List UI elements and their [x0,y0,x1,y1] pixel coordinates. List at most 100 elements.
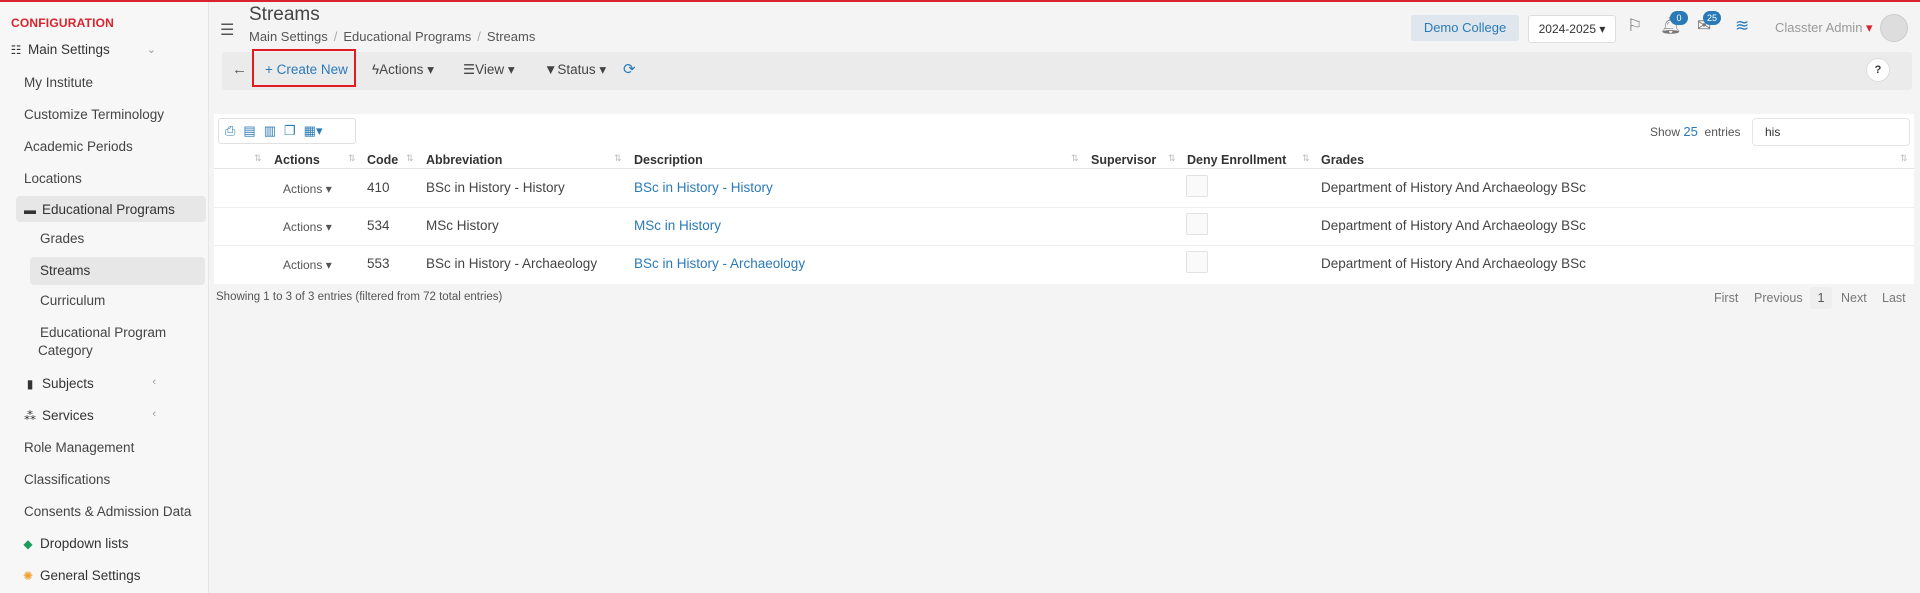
row-grades: Department of History And Archaeology BS… [1321,180,1586,195]
row-actions-button[interactable]: Actions ▾ [283,220,332,234]
sidebar: CONFIGURATION ☷ Main Settings ⌄ My Insti… [0,2,209,593]
actions-label: Actions [379,62,424,77]
sidebar-item-my-institute[interactable]: My Institute [24,73,93,93]
row-divider [214,245,1914,246]
column-header-description[interactable]: Description [634,153,703,167]
excel-icon[interactable]: ▤ [243,123,255,139]
column-header-actions[interactable]: Actions [274,153,320,167]
sort-icon[interactable]: ⇅ [406,153,414,164]
column-header-deny-enrollment[interactable]: Deny Enrollment [1187,153,1286,167]
search-input[interactable] [1752,118,1910,146]
breadcrumb-item: Streams [486,29,536,44]
caret-down-icon: ▾ [427,62,434,77]
sidebar-item-label: Dropdown lists [40,536,129,551]
sidebar-item-dropdown-lists[interactable]: ◆ Dropdown lists [20,534,129,554]
college-selector[interactable]: Demo College [1411,15,1519,41]
list-icon: ☰ [463,62,476,77]
actions-menu-button[interactable]: ϟActions ▾ [372,62,434,78]
year-value: 2024-2025 [1538,22,1596,36]
sort-icon[interactable]: ⇅ [1071,153,1079,164]
caret-down-icon: ▾ [599,62,607,77]
user-menu[interactable]: Classter Admin ▾ [1775,20,1873,36]
row-actions-button[interactable]: Actions ▾ [283,182,332,196]
entries-label: entries [1704,125,1741,139]
sidebar-item-label: Services [42,408,94,423]
copy-icon[interactable]: ❐ [284,123,296,139]
column-header-supervisor[interactable]: Supervisor [1091,153,1156,167]
sidebar-item-label: Educational Program [40,325,167,340]
sliders-icon: ☷ [10,43,22,57]
sort-icon[interactable]: ⇅ [614,153,622,164]
print-icon[interactable]: ⎙ [225,123,235,139]
sort-icon[interactable]: ⇅ [1302,153,1310,164]
deny-enrollment-checkbox[interactable] [1186,175,1208,197]
refresh-icon[interactable]: ⟳ [623,60,636,78]
pagination-current-page[interactable]: 1 [1810,287,1832,309]
sidebar-item-general-settings[interactable]: ✺ General Settings [20,566,141,586]
view-menu-button[interactable]: ☰View ▾ [463,62,515,78]
sidebar-item-label: Subjects [42,376,94,391]
notification-badge: 0 [1670,11,1688,25]
sidebar-item-grades[interactable]: Grades [40,229,84,249]
pagination-next[interactable]: Next [1841,291,1867,305]
row-grades: Department of History And Archaeology BS… [1321,256,1586,271]
row-description-link[interactable]: MSc in History [634,218,721,233]
pagination-previous[interactable]: Previous [1754,291,1803,305]
caret-down-icon: ▾ [1866,20,1873,35]
row-actions-label: Actions [283,220,323,234]
page-title: Streams [249,4,320,25]
row-abbreviation: BSc in History - Archaeology [426,256,598,271]
year-selector[interactable]: 2024-2025 ▾ [1528,15,1616,43]
sort-icon[interactable]: ⇅ [1168,153,1176,164]
status-label: Status [557,62,596,77]
back-arrow-icon[interactable]: ← [232,61,247,78]
sidebar-item-subjects[interactable]: ▮ Subjects [22,374,94,394]
columns-icon[interactable]: ▦▾ [304,123,323,139]
row-abbreviation: MSc History [426,218,499,233]
column-header-code[interactable]: Code [367,153,398,167]
row-actions-label: Actions [283,182,323,196]
apps-icon[interactable]: ≋ [1735,16,1749,36]
status-filter-button[interactable]: ▼Status ▾ [544,62,606,78]
menu-toggle-icon[interactable]: ☰ [220,20,234,40]
message-badge: 25 [1703,11,1721,25]
avatar[interactable] [1880,14,1908,42]
column-header-grades[interactable]: Grades [1321,153,1364,167]
breadcrumb-separator: / [477,29,481,44]
sort-icon[interactable]: ⇅ [1900,153,1908,164]
create-new-button[interactable]: + Create New [265,62,348,77]
pdf-icon[interactable]: ▥ [264,123,276,139]
sidebar-item-consents[interactable]: Consents & Admission Data [24,502,191,522]
column-header-abbreviation[interactable]: Abbreviation [426,153,502,167]
pagination-first[interactable]: First [1714,291,1738,305]
flag-icon[interactable]: ⚐ [1627,16,1642,36]
sort-icon[interactable]: ⇅ [348,153,356,164]
help-button[interactable]: ? [1866,58,1890,82]
sidebar-item-edu-program-category[interactable]: Educational Program [40,323,166,343]
row-description-link[interactable]: BSc in History - History [634,180,773,195]
top-accent-bar [0,0,1920,2]
network-icon: ⁂ [24,409,36,423]
page-length-select[interactable]: 25 [1683,124,1697,139]
sidebar-item-services[interactable]: ⁂ Services [22,406,94,426]
deny-enrollment-checkbox[interactable] [1186,251,1208,273]
sidebar-item-academic-periods[interactable]: Academic Periods [24,137,133,157]
sidebar-item-classifications[interactable]: Classifications [24,470,110,490]
sidebar-item-locations[interactable]: Locations [24,169,82,189]
sidebar-item-role-management[interactable]: Role Management [24,438,134,458]
sort-icon[interactable]: ⇅ [254,153,262,164]
sidebar-item-streams[interactable]: Streams [40,261,90,281]
row-actions-button[interactable]: Actions ▾ [283,258,332,272]
chevron-down-icon: ⌄ [146,203,156,215]
row-description-link[interactable]: BSc in History - Archaeology [634,256,805,271]
breadcrumb-item[interactable]: Educational Programs [343,29,471,44]
pagination-last[interactable]: Last [1882,291,1906,305]
breadcrumb-item[interactable]: Main Settings [249,29,328,44]
sidebar-item-customize-terminology[interactable]: Customize Terminology [24,105,164,125]
row-code: 410 [367,180,390,195]
caret-down-icon: ▾ [1599,22,1606,36]
deny-enrollment-checkbox[interactable] [1186,213,1208,235]
sidebar-item-main-settings[interactable]: ☷ Main Settings [8,40,110,60]
sidebar-item-curriculum[interactable]: Curriculum [40,291,105,311]
create-new-label: Create New [276,62,348,77]
